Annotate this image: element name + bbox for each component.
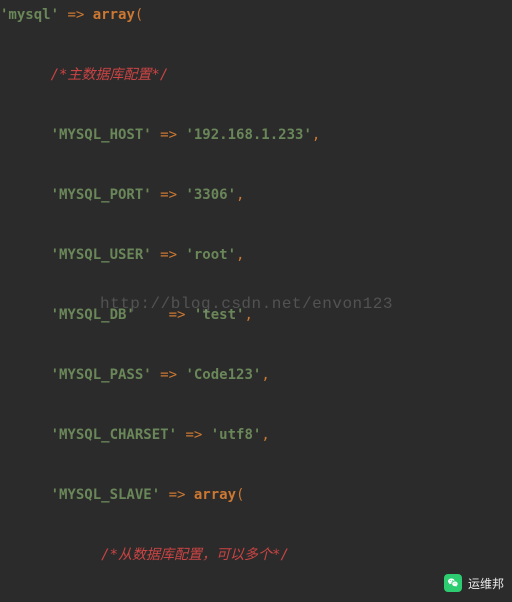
comment-slave: /*从数据库配置，可以多个*/	[101, 547, 289, 563]
k-pass: 'MYSQL_PASS'	[51, 367, 152, 383]
root-key: 'mysql'	[0, 7, 59, 23]
arrow: =>	[59, 7, 93, 23]
k-db: 'MYSQL_DB'	[51, 307, 135, 323]
badge-text: 运维邦	[468, 575, 504, 592]
k-slave: 'MYSQL_SLAVE'	[51, 487, 161, 503]
k-user: 'MYSQL_USER'	[51, 247, 152, 263]
k-host: 'MYSQL_HOST'	[51, 127, 152, 143]
array-keyword: array	[194, 487, 236, 503]
v-db: 'test'	[194, 307, 245, 323]
k-port: 'MYSQL_PORT'	[51, 187, 152, 203]
v-port: '3306'	[185, 187, 236, 203]
code-block: 'mysql' => array( /*主数据库配置*/ 'MYSQL_HOST…	[0, 0, 512, 602]
comment-master: /*主数据库配置*/	[51, 67, 169, 83]
k-charset: 'MYSQL_CHARSET'	[51, 427, 177, 443]
v-pass: 'Code123'	[185, 367, 261, 383]
wechat-icon	[444, 574, 462, 592]
source-badge: 运维邦	[444, 574, 504, 592]
array-keyword: array	[93, 7, 135, 23]
v-charset: 'utf8'	[211, 427, 262, 443]
v-user: 'root'	[185, 247, 236, 263]
v-host: '192.168.1.233'	[185, 127, 311, 143]
